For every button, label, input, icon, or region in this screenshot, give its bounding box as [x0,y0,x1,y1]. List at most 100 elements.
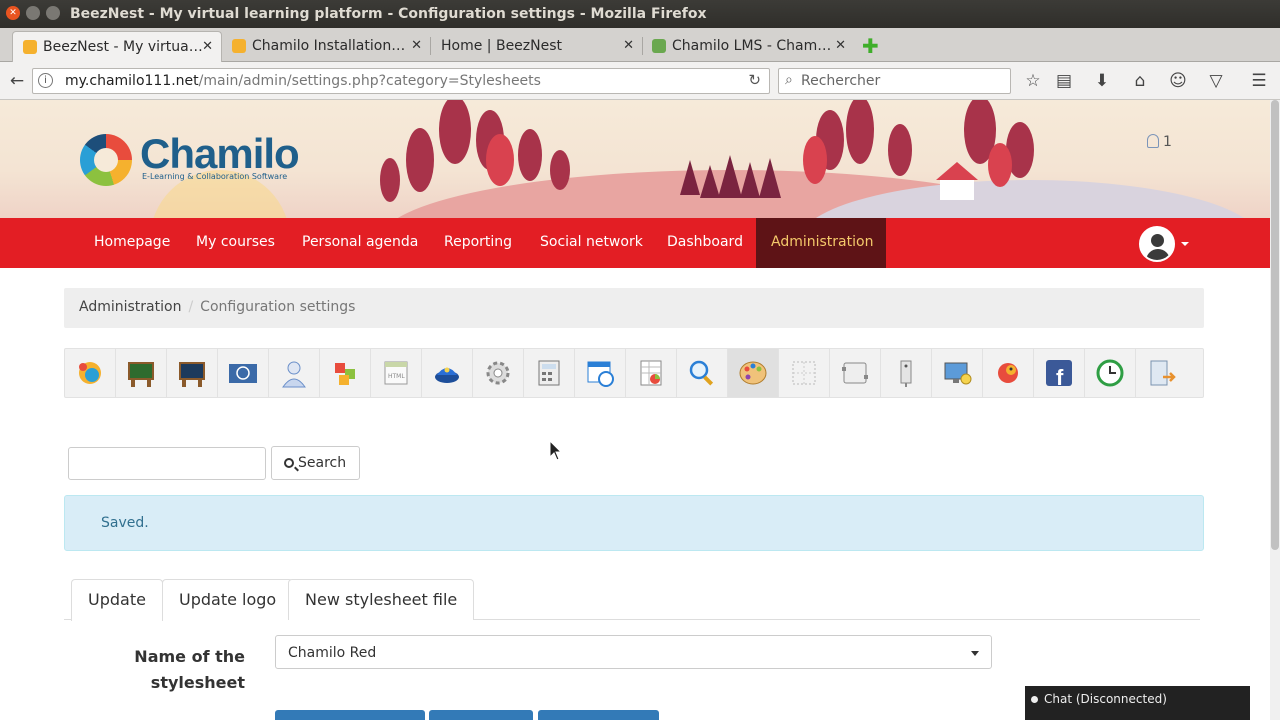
alert-text: Saved. [101,515,149,531]
nav-item-personal-agenda[interactable]: Personal agenda [302,218,418,268]
settings-platform-button[interactable] [65,349,116,397]
user-profile-icon [282,361,306,388]
stylesheet-select-value: Chamilo Red [288,645,377,661]
settings-course-button[interactable] [116,349,167,397]
calendar-clock-icon [587,361,614,387]
settings-search-button[interactable] [677,349,728,397]
tab-new-stylesheet-file[interactable]: New stylesheet file [288,579,475,620]
nav-item-dashboard[interactable]: Dashboard [667,218,743,268]
window-minimize-button[interactable] [26,6,40,20]
settings-social-button[interactable]: f [1034,349,1085,397]
browser-tab[interactable]: Chamilo LMS - Cham… ✕ [642,31,854,62]
settings-ldap-button[interactable] [881,349,932,397]
chat-bubble-icon[interactable]: ☺ [1165,68,1191,94]
dragon-mascot-icon [998,363,1018,383]
settings-category-bar: HTML f [64,348,1204,398]
settings-portfolio-button[interactable] [932,349,983,397]
reading-list-icon[interactable]: ▤ [1051,68,1077,94]
settings-editor-button[interactable]: HTML [371,349,422,397]
color-palette-icon [739,361,767,385]
chat-panel[interactable]: Chat (Disconnected) [1025,686,1250,720]
tab-label: BeezNest - My virtua… [43,39,203,55]
nav-item-administration[interactable]: Administration [756,218,886,268]
facebook-icon: f [1046,360,1072,389]
web-page: Chamilo E-Learning & Collaboration Softw… [0,100,1270,720]
settings-search-input[interactable] [68,447,266,480]
tab-label: Chamilo LMS - Cham… [672,38,832,54]
header-banner: Chamilo E-Learning & Collaboration Softw… [0,100,1270,218]
user-avatar[interactable] [1139,226,1175,262]
settings-timezone-button[interactable] [575,349,626,397]
search-button[interactable]: Search [271,446,360,480]
site-info-icon[interactable]: i [38,73,53,88]
nav-item-my-courses[interactable]: My courses [196,218,275,268]
settings-export-button[interactable] [1136,349,1187,397]
online-users-value: 1 [1163,134,1172,150]
chevron-down-icon[interactable] [1181,242,1189,246]
breadcrumb-link-administration[interactable]: Administration [79,299,181,315]
settings-plugins-button[interactable] [830,349,881,397]
search-icon: ⌕ [785,72,793,88]
form-action-button[interactable] [429,710,533,720]
home-icon[interactable]: ⌂ [1127,68,1153,94]
url-bar[interactable]: i my.chamilo111.net/main/admin/settings.… [32,68,770,94]
browser-search-box[interactable]: ⌕ [778,68,1011,94]
chat-label: Chat (Disconnected) [1044,692,1167,706]
browser-search-input[interactable] [801,72,1001,90]
main-navigation: Homepage My courses Personal agenda Repo… [0,218,1270,268]
settings-language-button[interactable] [218,349,269,397]
spreadsheet-chart-icon [640,360,662,386]
breadcrumb-current: Configuration settings [200,299,356,315]
download-icon[interactable]: ⬇ [1089,68,1115,94]
close-tab-icon[interactable]: ✕ [623,38,634,53]
online-users-count[interactable]: 1 [1147,134,1172,150]
logo-brand: Chamilo [140,130,300,177]
server-tower-icon [900,360,912,387]
settings-templates-button[interactable] [779,349,830,397]
tab-update[interactable]: Update [71,579,163,621]
gear-icon [486,361,510,385]
settings-user-button[interactable] [269,349,320,397]
back-icon[interactable]: ← [4,68,30,94]
html-editor-icon: HTML [384,361,408,385]
form-action-button[interactable] [275,710,425,720]
settings-stylesheets-button[interactable] [728,349,779,397]
form-action-button[interactable] [538,710,659,720]
stylesheet-select[interactable]: Chamilo Red [275,635,992,669]
page-scrollbar[interactable] [1270,100,1280,720]
settings-security-button[interactable] [422,349,473,397]
settings-general-button[interactable] [473,349,524,397]
settings-tracking-button[interactable] [626,349,677,397]
settings-session-button[interactable] [167,349,218,397]
browser-tab-strip: BeezNest - My virtua… ✕ Chamilo Installa… [0,28,1280,62]
chamilo-favicon-icon [652,39,666,53]
close-tab-icon[interactable]: ✕ [202,39,213,54]
window-close-button[interactable]: ✕ [6,6,20,20]
close-tab-icon[interactable]: ✕ [835,38,846,53]
browser-tab[interactable]: BeezNest - My virtua… ✕ [12,31,222,62]
close-tab-icon[interactable]: ✕ [411,38,422,53]
hamburger-menu-icon[interactable]: ☰ [1246,68,1272,94]
tab-update-logo[interactable]: Update logo [162,579,294,620]
new-tab-button[interactable]: ✚ [862,34,879,58]
dotted-grid-icon [792,361,816,385]
nav-item-social-network[interactable]: Social network [540,218,643,268]
reload-icon[interactable]: ↻ [748,71,761,89]
browser-tab[interactable]: Home | BeezNest ✕ [430,31,643,62]
clock-icon [1096,359,1124,387]
user-icon [1147,134,1159,148]
browser-tab[interactable]: Chamilo Installation… ✕ [222,31,431,62]
logo-tagline: E-Learning & Collaboration Software [142,172,288,181]
scrollbar-thumb[interactable] [1271,100,1279,550]
settings-ticket-button[interactable] [1085,349,1136,397]
chamilo-favicon-icon [23,40,37,54]
nav-item-homepage[interactable]: Homepage [94,218,170,268]
document-export-icon [1150,360,1176,386]
pocket-icon[interactable]: ▽ [1203,68,1229,94]
settings-tools-button[interactable] [320,349,371,397]
window-maximize-button[interactable] [46,6,60,20]
settings-registration-button[interactable] [983,349,1034,397]
bookmark-star-icon[interactable]: ☆ [1020,68,1046,94]
nav-item-reporting[interactable]: Reporting [444,218,512,268]
settings-gradebook-button[interactable] [524,349,575,397]
